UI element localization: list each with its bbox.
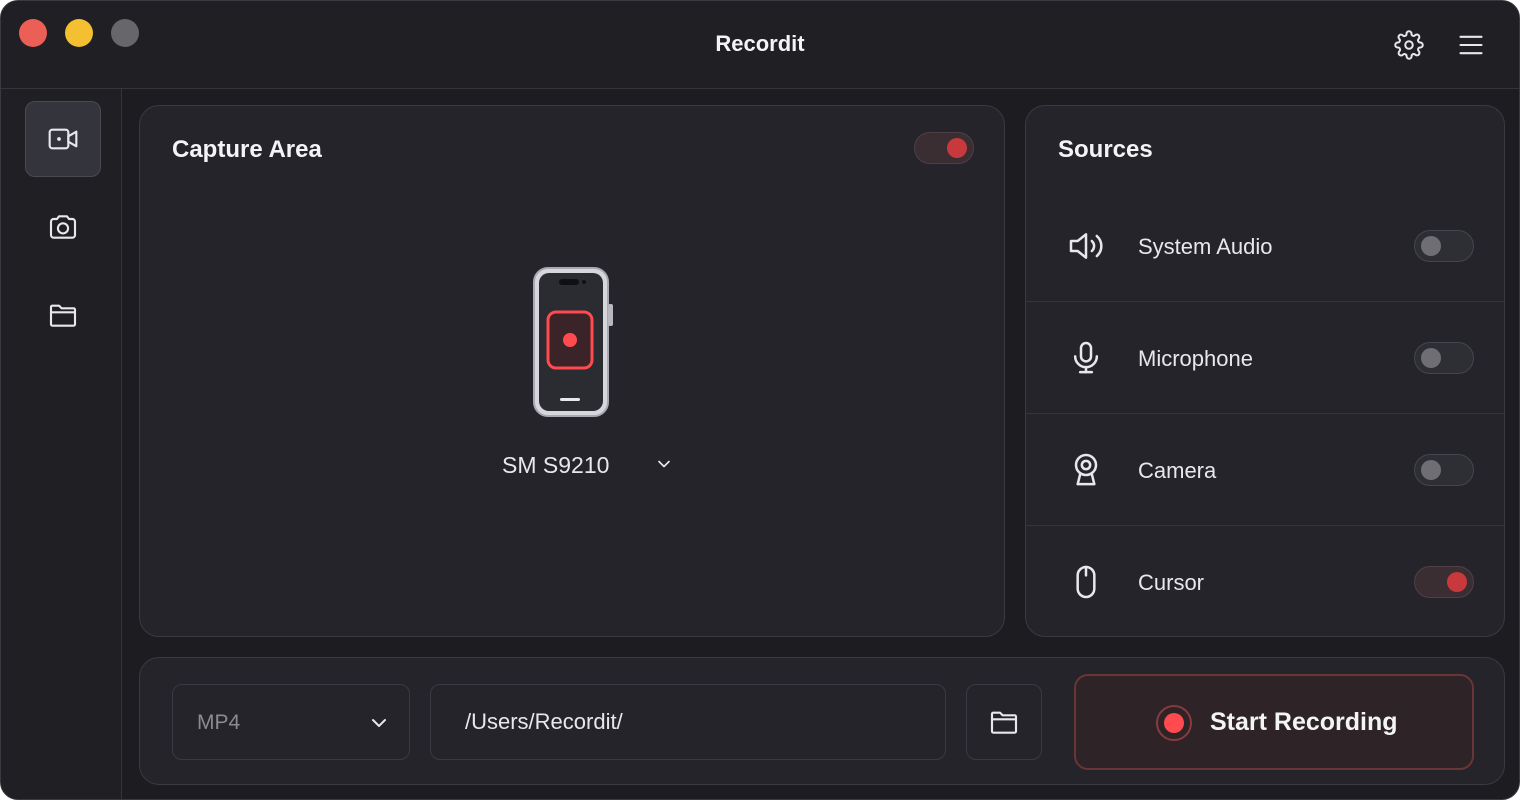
- source-row-microphone: Microphone: [1026, 302, 1504, 414]
- camera-toggle[interactable]: [1414, 454, 1474, 486]
- toggle-knob: [1421, 236, 1441, 256]
- sources-panel: Sources System Audio Microphone Camera C…: [1025, 105, 1505, 637]
- chevron-down-icon: [372, 719, 386, 727]
- phone-record-icon: [533, 267, 613, 417]
- output-path-input[interactable]: [430, 684, 946, 760]
- folder-icon: [990, 711, 1018, 734]
- menu-button[interactable]: [1453, 27, 1489, 63]
- microphone-icon: [1066, 338, 1106, 378]
- browse-folder-button[interactable]: [966, 684, 1042, 760]
- source-label-system-audio: System Audio: [1138, 234, 1273, 259]
- format-select[interactable]: MP4: [172, 684, 410, 760]
- sidebar-item-files[interactable]: [25, 277, 101, 353]
- webcam-icon: [1066, 450, 1106, 490]
- speaker-icon: [1066, 226, 1106, 266]
- app-window: Recordit Capture Area SM S9210 Sources S…: [0, 0, 1520, 800]
- hamburger-menu-icon: [1459, 35, 1483, 55]
- capture-area-toggle[interactable]: [914, 132, 974, 164]
- toggle-knob: [1447, 572, 1467, 592]
- capture-area-panel: Capture Area SM S9210: [139, 105, 1005, 637]
- toggle-knob: [1421, 348, 1441, 368]
- start-recording-button[interactable]: Start Recording: [1074, 674, 1474, 770]
- sidebar-item-video[interactable]: [25, 101, 101, 177]
- device-select-dropdown[interactable]: [652, 452, 676, 476]
- sources-title: Sources: [1058, 136, 1153, 163]
- device-select-label[interactable]: SM S9210: [502, 452, 609, 479]
- video-camera-icon: [48, 128, 78, 150]
- sidebar: [1, 89, 122, 799]
- settings-button[interactable]: [1391, 27, 1427, 63]
- microphone-toggle[interactable]: [1414, 342, 1474, 374]
- start-recording-label: Start Recording: [1210, 708, 1398, 736]
- record-icon: [1156, 705, 1192, 741]
- device-illustration: [532, 266, 616, 423]
- gear-icon: [1394, 30, 1424, 60]
- sidebar-item-screenshot[interactable]: [25, 189, 101, 265]
- source-label-camera: Camera: [1138, 458, 1217, 483]
- cursor-toggle[interactable]: [1414, 566, 1474, 598]
- system-audio-toggle[interactable]: [1414, 230, 1474, 262]
- chevron-down-icon: [658, 460, 670, 468]
- source-label-microphone: Microphone: [1138, 346, 1253, 371]
- toggle-knob: [1421, 460, 1441, 480]
- source-row-cursor: Cursor: [1026, 526, 1504, 636]
- source-row-camera: Camera: [1026, 414, 1504, 526]
- source-label-cursor: Cursor: [1138, 570, 1205, 595]
- format-select-value: MP4: [197, 711, 241, 734]
- camera-icon: [49, 215, 77, 239]
- toggle-knob: [947, 138, 967, 158]
- title-bar: Recordit: [1, 1, 1519, 89]
- mouse-icon: [1066, 562, 1106, 602]
- capture-area-title: Capture Area: [172, 136, 322, 163]
- app-title: Recordit: [715, 31, 805, 56]
- source-row-system-audio: System Audio: [1026, 190, 1504, 302]
- folder-icon: [49, 304, 77, 327]
- output-bar: MP4 Start Recording: [139, 657, 1505, 785]
